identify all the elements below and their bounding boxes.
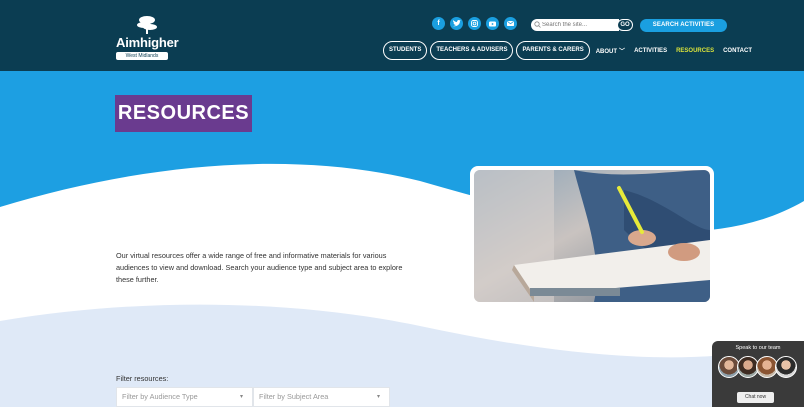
search-activities-button[interactable]: SEARCH ACTIVITIES bbox=[640, 19, 727, 32]
nav-parents-carers[interactable]: PARENTS & CARERS bbox=[516, 41, 590, 60]
page: Aimhigher West Midlands f GO bbox=[0, 0, 804, 407]
chat-now-button[interactable]: Chat now bbox=[737, 392, 774, 403]
subject-area-placeholder: Filter by Subject Area bbox=[259, 392, 329, 401]
instagram-icon[interactable] bbox=[468, 17, 481, 30]
search-input[interactable] bbox=[531, 19, 619, 31]
nav-students[interactable]: STUDENTS bbox=[383, 41, 428, 60]
logo-wordmark: Aimhigher bbox=[116, 35, 179, 50]
search-go-button[interactable]: GO bbox=[617, 19, 633, 31]
site-logo[interactable]: Aimhigher West Midlands bbox=[116, 15, 179, 60]
logo-subtitle: West Midlands bbox=[116, 52, 168, 60]
student-writing-image bbox=[474, 170, 710, 302]
facebook-icon[interactable]: f bbox=[432, 17, 445, 30]
nav-about[interactable]: ABOUT ﹀ bbox=[593, 46, 628, 55]
nav-teachers-advisers[interactable]: TEACHERS & ADVISERS bbox=[430, 41, 514, 60]
page-title: RESOURCES bbox=[117, 102, 250, 124]
main-nav: STUDENTS TEACHERS & ADVISERS PARENTS & C… bbox=[383, 41, 755, 60]
chat-title: Speak to our team bbox=[735, 345, 781, 351]
subject-area-select[interactable]: Filter by Subject Area ▾ bbox=[253, 387, 390, 407]
email-icon[interactable] bbox=[504, 17, 517, 30]
audience-type-placeholder: Filter by Audience Type bbox=[122, 392, 198, 401]
site-search: GO bbox=[531, 19, 633, 31]
twitter-icon[interactable] bbox=[450, 17, 463, 30]
hero-photo bbox=[470, 166, 714, 306]
filter-row: Filter by Audience Type ▾ Filter by Subj… bbox=[116, 387, 390, 407]
social-links: f bbox=[432, 17, 517, 30]
nav-resources[interactable]: RESOURCES bbox=[673, 48, 717, 54]
intro-text: Our virtual resources offer a wide range… bbox=[116, 251, 403, 284]
page-title-banner: RESOURCES bbox=[115, 95, 252, 132]
team-avatars bbox=[718, 356, 797, 378]
audience-type-select[interactable]: Filter by Audience Type ▾ bbox=[116, 387, 253, 407]
chevron-down-icon: ﹀ bbox=[619, 49, 626, 55]
tree-logo-icon bbox=[137, 16, 157, 34]
chevron-down-icon: ▾ bbox=[376, 394, 380, 400]
chevron-down-icon: ▾ bbox=[239, 394, 243, 400]
filter-label: Filter resources: bbox=[116, 374, 169, 383]
nav-contact[interactable]: CONTACT bbox=[720, 48, 755, 54]
main-content: RESOURCES Our virtual resources offer a … bbox=[0, 71, 804, 407]
youtube-icon[interactable] bbox=[486, 17, 499, 30]
chat-widget[interactable]: Speak to our team Chat now bbox=[712, 341, 804, 407]
search-icon bbox=[534, 21, 541, 28]
site-header: Aimhigher West Midlands f GO bbox=[0, 0, 804, 71]
nav-about-label: ABOUT bbox=[595, 49, 618, 55]
nav-activities[interactable]: ACTIVITIES bbox=[631, 48, 670, 54]
avatar bbox=[775, 356, 797, 378]
